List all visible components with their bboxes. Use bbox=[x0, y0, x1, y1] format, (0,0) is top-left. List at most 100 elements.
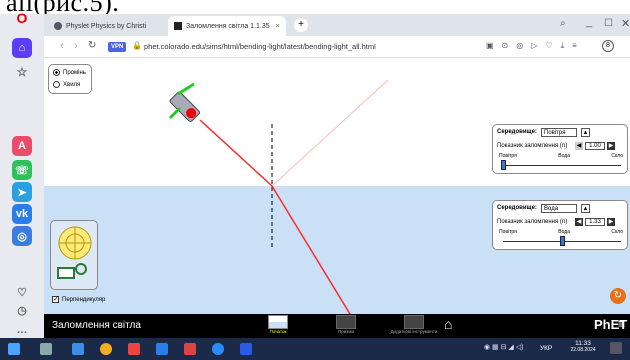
index-slider-thumb[interactable] bbox=[560, 236, 565, 246]
reload-icon[interactable]: ↻ bbox=[88, 40, 96, 51]
word-icon[interactable] bbox=[240, 343, 252, 355]
index-scale: Повітря Вода Скло bbox=[499, 229, 623, 235]
nav-more-tools[interactable]: Додаткові інструменти bbox=[384, 314, 444, 338]
forward-icon[interactable]: › bbox=[74, 40, 78, 52]
opera-taskbar-icon[interactable] bbox=[128, 343, 140, 355]
decrement-icon[interactable]: ◀ bbox=[575, 142, 583, 150]
normal-label: Перпендикуляр bbox=[62, 296, 106, 303]
scale-glass: Скло bbox=[611, 229, 623, 235]
decrement-icon[interactable]: ◀ bbox=[575, 218, 583, 226]
wave-option[interactable]: Хвиля bbox=[53, 81, 80, 88]
medium-label: Середовище: bbox=[497, 205, 537, 211]
intensity-meter-icon[interactable] bbox=[57, 267, 75, 279]
vpn-badge[interactable]: VPN bbox=[108, 42, 127, 52]
medium-select[interactable]: Вода bbox=[541, 204, 577, 213]
prisms-screen-icon bbox=[336, 315, 356, 329]
address-bar: ‹ › ↻ VPN 🔒 phet.colorado.edu/sims/html/… bbox=[44, 36, 630, 58]
tab-bending-light[interactable]: Заломлення світла 1.1.35 × bbox=[168, 16, 286, 36]
mode-panel: Промінь Хвиля bbox=[48, 64, 92, 94]
increment-icon[interactable]: ▶ bbox=[607, 142, 615, 150]
radio-ray-icon[interactable] bbox=[53, 69, 60, 76]
tab-title: Заломлення світла 1.1.35 bbox=[186, 22, 270, 30]
pin-icon[interactable]: ☆ bbox=[12, 62, 32, 82]
meter-probe-icon[interactable] bbox=[75, 263, 87, 275]
task-view-icon[interactable] bbox=[40, 343, 52, 355]
index-label: Показник заломлення (n) bbox=[497, 219, 568, 225]
minimize-icon[interactable]: _ bbox=[586, 16, 592, 28]
sim-navbar: Заломлення світла Початок Призми Додатко… bbox=[44, 314, 630, 338]
index-value[interactable]: 1.00 bbox=[585, 142, 605, 150]
account-icon[interactable]: 8 bbox=[602, 40, 614, 52]
heart-icon[interactable]: ♡ bbox=[12, 282, 32, 302]
app-title: Заломлення світла bbox=[52, 320, 141, 331]
chevron-down-icon[interactable]: ▲ bbox=[581, 204, 590, 213]
zoom-icon[interactable] bbox=[212, 343, 224, 355]
back-icon[interactable]: ‹ bbox=[60, 40, 64, 52]
workspace-icon[interactable]: ⌂ bbox=[12, 38, 32, 58]
windows-start-icon[interactable] bbox=[8, 343, 20, 355]
increment-icon[interactable]: ▶ bbox=[607, 218, 615, 226]
tray-icons[interactable]: ◉ ▦ ⊟ ◢ ◁) bbox=[484, 343, 523, 351]
nav-label: Призми bbox=[338, 329, 354, 334]
new-tab-icon[interactable]: + bbox=[294, 18, 308, 32]
nav-intro[interactable]: Початок bbox=[258, 314, 298, 338]
rotate-handle-top-icon bbox=[177, 82, 195, 96]
clock-date: 22.08.2024 bbox=[570, 347, 596, 353]
powerpoint-icon[interactable] bbox=[184, 343, 196, 355]
url-input[interactable]: phet.colorado.edu/sims/html/bending-ligh… bbox=[144, 42, 376, 51]
language-indicator[interactable]: УКР bbox=[540, 345, 552, 352]
protractor-icon[interactable] bbox=[51, 221, 99, 291]
whatsapp-icon[interactable]: ☏ bbox=[12, 160, 32, 180]
search-tabs-icon[interactable]: ⌕ bbox=[560, 18, 566, 29]
radio-wave-icon[interactable] bbox=[53, 81, 60, 88]
clock[interactable]: 11:33 22.08.2024 bbox=[568, 340, 598, 353]
chrome-icon[interactable] bbox=[100, 343, 112, 355]
instagram-icon[interactable]: ◎ bbox=[12, 226, 32, 246]
index-scale: Повітря Вода Скло bbox=[499, 153, 623, 159]
bottom-medium-panel: Середовище: Вода ▲ Показник заломлення (… bbox=[492, 200, 628, 250]
lock-icon[interactable]: 🔒 bbox=[132, 41, 142, 50]
menu-icon[interactable]: ≡ bbox=[618, 317, 625, 331]
ray-option[interactable]: Промінь bbox=[53, 69, 86, 76]
telegram-icon[interactable]: ➤ bbox=[12, 182, 32, 202]
index-slider-track[interactable] bbox=[503, 165, 621, 166]
scale-glass: Скло bbox=[611, 153, 623, 159]
medium-select[interactable]: Повітря bbox=[541, 128, 577, 137]
medium-label: Середовище: bbox=[497, 129, 537, 135]
nav-prisms[interactable]: Призми bbox=[326, 314, 366, 338]
vk-icon[interactable]: vk bbox=[12, 204, 32, 224]
more-icon[interactable]: … bbox=[12, 320, 32, 340]
close-tab-icon[interactable]: × bbox=[276, 23, 280, 30]
explorer-icon[interactable] bbox=[72, 343, 84, 355]
ray-label: Промінь bbox=[63, 69, 86, 76]
close-window-icon[interactable]: ✕ bbox=[621, 17, 630, 30]
aria-icon[interactable]: A bbox=[12, 136, 32, 156]
phet-favicon-icon bbox=[174, 22, 182, 30]
history-icon[interactable]: ◷ bbox=[12, 300, 32, 320]
maximize-icon[interactable]: ☐ bbox=[604, 18, 613, 29]
favicon-icon bbox=[54, 22, 62, 30]
tab-bar: Physlet Physics by Christi Заломлення св… bbox=[44, 14, 630, 36]
opera-logo-icon[interactable]: O bbox=[12, 8, 32, 28]
chevron-down-icon[interactable]: ▲ bbox=[581, 128, 590, 137]
simulation-area: Промінь Хвиля Середовище: Повітря ▲ Пока… bbox=[44, 58, 630, 314]
index-slider-thumb[interactable] bbox=[501, 160, 506, 170]
rotate-handle-bottom-icon bbox=[168, 106, 182, 120]
checkbox-checked-icon[interactable]: ✓ bbox=[52, 296, 59, 303]
index-label: Показник заломлення (n) bbox=[497, 143, 568, 149]
home-icon[interactable]: ⌂ bbox=[444, 316, 452, 332]
reset-button[interactable]: ↻ bbox=[610, 288, 626, 304]
nav-label: Додаткові інструменти bbox=[390, 329, 438, 334]
notifications-icon[interactable] bbox=[610, 342, 622, 354]
reflected-ray bbox=[271, 79, 389, 187]
index-value[interactable]: 1.33 bbox=[585, 218, 605, 226]
scale-water: Вода bbox=[558, 229, 570, 235]
more-tools-screen-icon bbox=[404, 315, 424, 329]
laser-pointer-icon bbox=[169, 91, 201, 123]
nav-label: Початок bbox=[269, 329, 287, 334]
toolbar-icons[interactable]: ▣⊙◎▷♡⤓≡ bbox=[486, 41, 585, 51]
tab-physlet[interactable]: Physlet Physics by Christi bbox=[48, 16, 164, 36]
normal-checkbox[interactable]: ✓ Перпендикуляр bbox=[52, 296, 105, 303]
refracted-ray bbox=[271, 185, 351, 314]
store-icon[interactable] bbox=[156, 343, 168, 355]
